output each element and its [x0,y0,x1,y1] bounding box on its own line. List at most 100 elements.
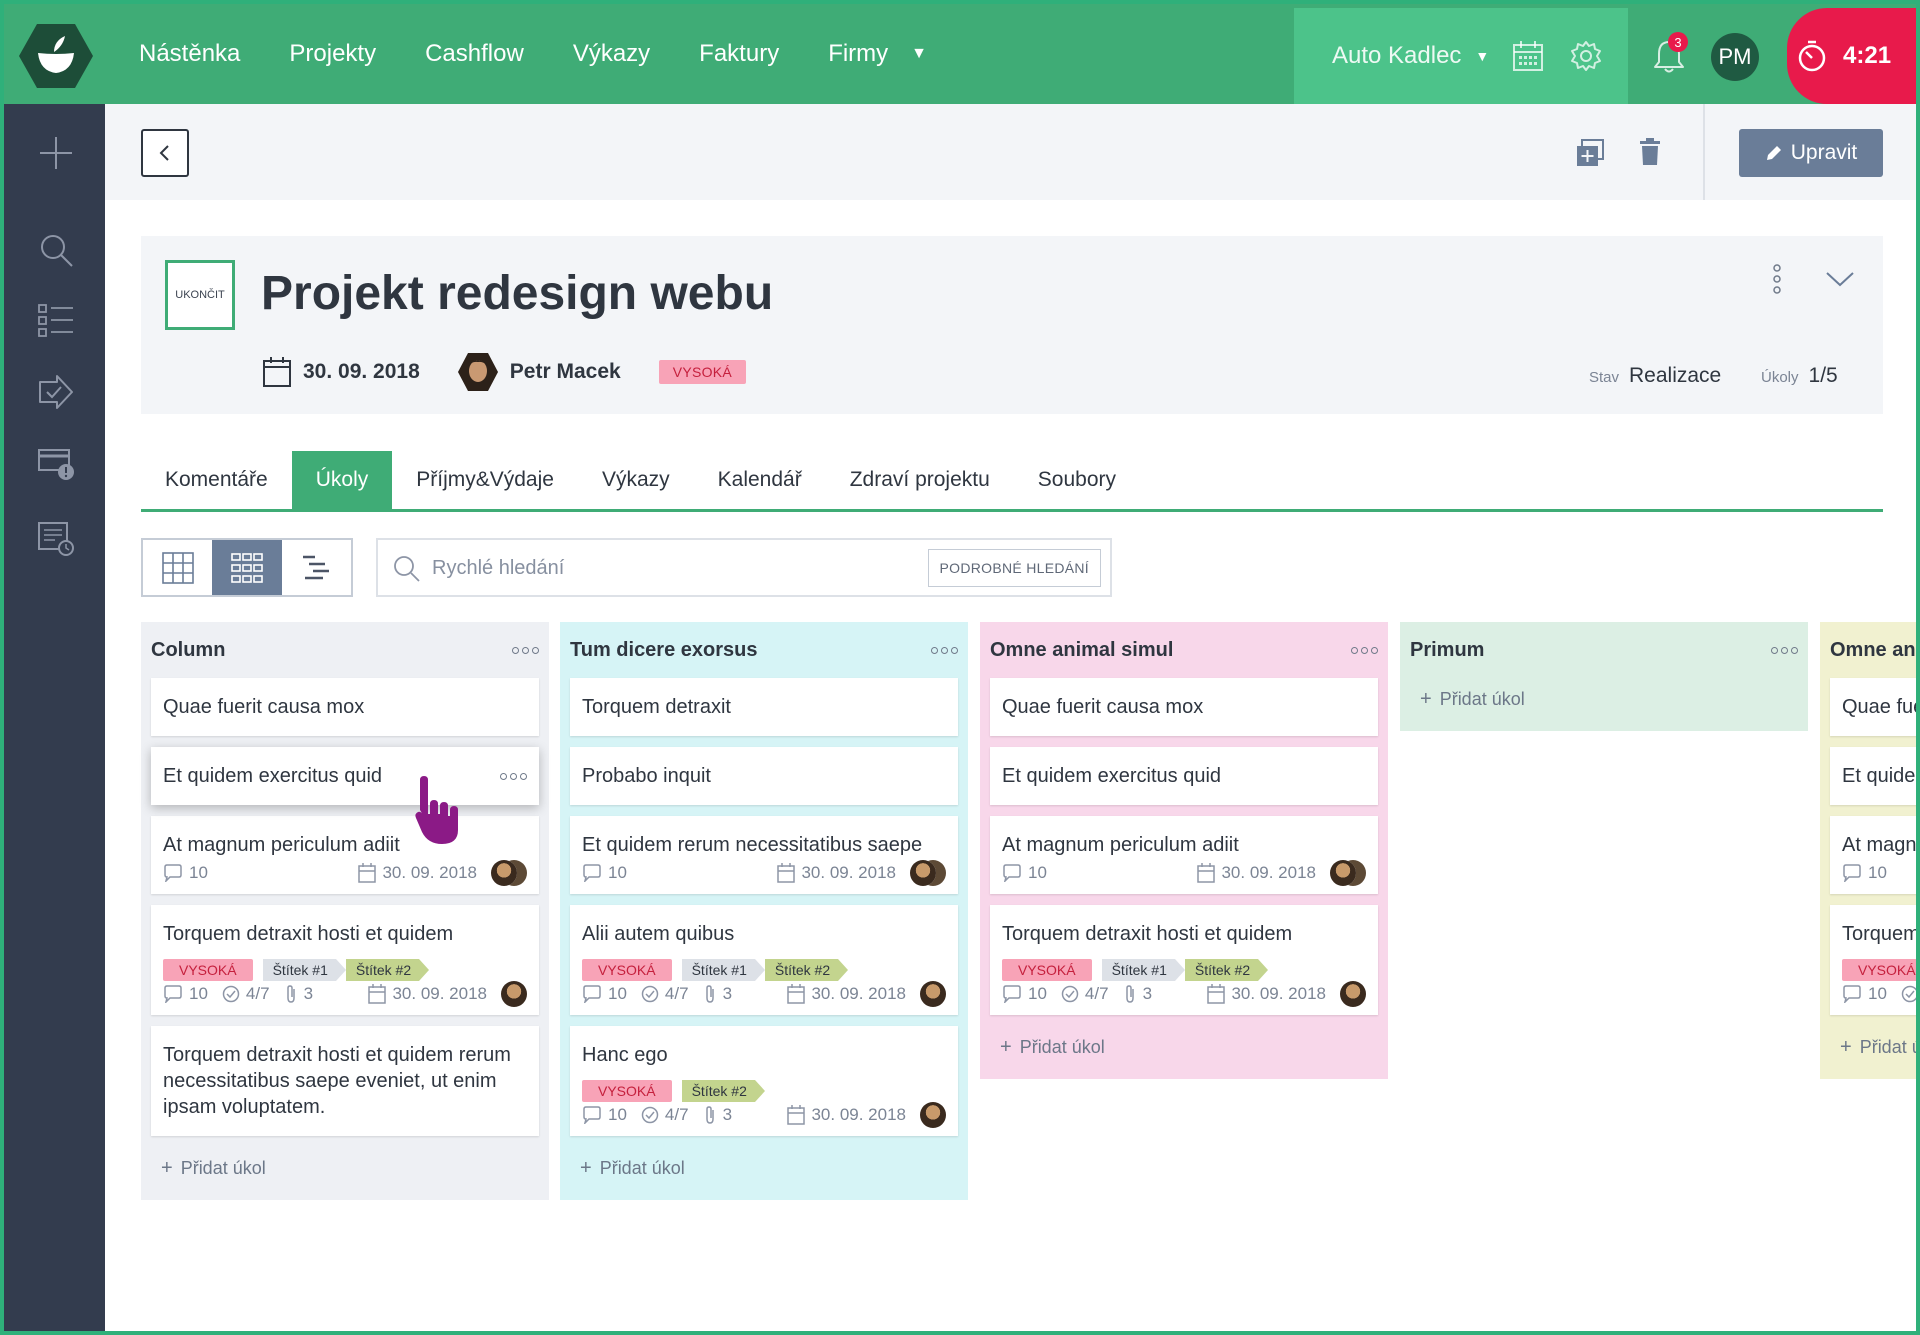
task-card[interactable]: Torquem detraxit hosti et quidemVYSOKÁŠt… [151,905,539,1015]
task-card[interactable]: Hanc ego VYSOKÁ Štítek #2 10 4/7 3 30. 09. 201… [570,1026,958,1136]
app-logo-icon[interactable] [18,22,94,90]
search-input[interactable] [432,552,882,584]
finish-project-button[interactable]: UKONČIT [165,260,235,330]
back-button[interactable] [141,129,189,177]
label-tag[interactable]: Štítek #1 [1101,959,1186,981]
share-arrow-icon[interactable] [37,374,75,412]
task-card[interactable]: Et quidem exercitus quid [990,747,1378,805]
assignee-avatar[interactable] [920,981,946,1007]
label-tag[interactable]: Štítek #1 [262,959,347,981]
chevron-down-icon[interactable]: ▼ [911,45,927,63]
tab-comments[interactable]: Komentáře [141,451,292,509]
assignee-avatar[interactable] [1330,860,1356,886]
more-vertical-icon[interactable] [1771,264,1783,294]
duplicate-icon[interactable] [1575,138,1605,168]
task-card[interactable]: Probabo inquit [570,747,958,805]
gear-icon[interactable] [1570,40,1602,72]
task-card[interactable]: At magnum periculum adiit1030. 09. 2018 [990,816,1378,894]
task-title: Et quidem exercitus quid [163,765,383,787]
timer-button[interactable]: 4:21 [1787,8,1916,104]
nav-item-invoices[interactable]: Faktury [699,40,779,68]
more-horizontal-icon[interactable] [1771,646,1798,654]
search-icon[interactable] [37,231,75,269]
label-tag[interactable]: Štítek #1 [681,959,766,981]
assignee-avatar[interactable] [491,860,517,886]
label-tag[interactable]: Štítek #2 [1184,959,1269,981]
plus-icon[interactable] [37,134,75,172]
calendar-icon [777,863,796,883]
tab-income-expenses[interactable]: Příjmy&Výdaje [392,451,578,509]
add-task-button[interactable]: + Přidat úkol [151,1147,539,1200]
tasks-list-icon[interactable] [37,302,75,340]
tab-calendar[interactable]: Kalendář [694,451,826,509]
tab-project-health[interactable]: Zdraví projektu [826,451,1014,509]
trash-icon[interactable] [1639,138,1661,166]
task-title: Alii autem quibus [582,923,735,945]
add-task-button[interactable]: + Přidat úkol [1830,1026,1916,1079]
stopwatch-icon [1798,40,1826,72]
user-avatar[interactable]: PM [1711,33,1759,81]
task-card[interactable]: At magnum periculum adiit1030. 09. 2018 [151,816,539,894]
task-footer: 10 30. 09. 2018 [1002,860,1366,894]
assignee-avatar[interactable] [501,981,527,1007]
assignee-avatar[interactable] [920,1102,946,1128]
owner-avatar[interactable] [457,352,498,392]
checklist-count: 4/7 [664,1105,689,1124]
nav-item-cashflow[interactable]: Cashflow [425,40,524,68]
report-clock-icon[interactable] [37,519,75,557]
add-task-button[interactable]: + Přidat úkol [570,1147,958,1200]
task-card[interactable]: Torquem detraxit hosti et quidemVYSOKÁŠt… [1830,905,1916,1015]
company-selector[interactable]: Auto Kadlec ▼ [1294,8,1628,104]
nav-item-dashboard[interactable]: Nástěnka [139,40,240,68]
priority-tag[interactable]: VYSOKÁ [582,959,672,981]
task-card[interactable]: Alii autem quibus VYSOKÁ Štítek #1 Štítek #… [570,905,958,1015]
nav-item-projects[interactable]: Projekty [289,40,376,68]
view-table-button[interactable] [143,540,212,595]
tab-reports[interactable]: Výkazy [578,451,694,509]
column-title: Column [151,638,226,661]
priority-tag[interactable]: VYSOKÁ [582,1080,672,1102]
task-card[interactable]: Torquem detraxit [570,678,958,736]
view-kanban-button[interactable] [212,540,282,595]
nav-item-companies[interactable]: Firmy [828,40,888,68]
assignee-avatar[interactable] [1340,981,1366,1007]
task-card[interactable]: At magnum periculum adiit1030. 09. 2018 [1830,816,1916,894]
more-horizontal-icon[interactable] [500,772,527,780]
priority-tag[interactable]: VYSOKÁ [1842,959,1916,981]
priority-tag[interactable]: VYSOKÁ [163,959,253,981]
calendar-icon[interactable] [1512,40,1544,72]
task-card[interactable]: Torquem detraxit hosti et quidemVYSOKÁŠt… [990,905,1378,1015]
tab-files[interactable]: Soubory [1014,451,1140,509]
more-horizontal-icon[interactable] [1351,646,1378,654]
page-title: Projekt redesign webu [261,267,774,320]
task-card[interactable]: Quae fuerit causa mox [151,678,539,736]
task-card[interactable]: Et quidem exercitus quid [151,747,539,805]
task-card[interactable]: Torquem detraxit hosti et quidem rerum n… [151,1026,539,1136]
paperclip-icon [1125,985,1134,1003]
label-tag[interactable]: Štítek #2 [764,959,849,981]
task-card[interactable]: Et quidem exercitus quid [1830,747,1916,805]
task-card[interactable]: Quae fuerit causa mox [1830,678,1916,736]
add-task-button[interactable]: + Přidat úkol [990,1026,1378,1079]
task-checklist: 4/7 [1061,984,1109,1004]
task-date-value: 30. 09. 2018 [1221,863,1316,882]
assignee-avatar[interactable] [910,860,936,886]
label-tag[interactable]: Štítek #2 [681,1080,766,1102]
edit-button[interactable]: Upravit [1739,129,1883,177]
priority-tag[interactable]: VYSOKÁ [1002,959,1092,981]
label-tag[interactable]: Štítek #2 [345,959,430,981]
advanced-search-button[interactable]: PODROBNÉ HLEDÁNÍ [927,549,1101,587]
add-task-button[interactable]: + Přidat úkol [1410,678,1798,731]
nav-item-reports[interactable]: Výkazy [573,40,650,68]
chevron-down-icon[interactable] [1825,270,1855,288]
task-title: Quae fuerit causa mox [1842,696,1916,718]
column-title: Tum dicere exorsus [570,638,758,661]
payment-card-icon[interactable] [37,444,75,482]
more-horizontal-icon[interactable] [512,646,539,654]
kanban-icon [231,552,263,583]
task-card[interactable]: Quae fuerit causa mox [990,678,1378,736]
tab-tasks[interactable]: Úkoly [291,451,393,509]
view-gantt-button[interactable] [282,540,351,595]
more-horizontal-icon[interactable] [931,646,958,654]
task-card[interactable]: Et quidem rerum necessitatibus saepe 10 30… [570,816,958,894]
